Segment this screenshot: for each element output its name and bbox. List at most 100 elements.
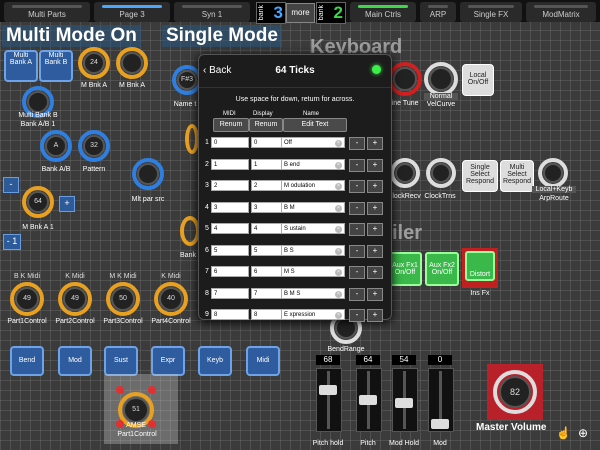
clear-icon[interactable]: × (335, 269, 342, 276)
renum-midi-button[interactable]: Renum (213, 118, 249, 132)
increment-button[interactable]: + (367, 309, 383, 322)
resize-handle-icon[interactable] (148, 386, 156, 394)
name-input[interactable]: M odulation × (281, 180, 345, 191)
clear-icon[interactable]: × (335, 183, 342, 190)
midi-value-input[interactable]: 5 (211, 244, 249, 256)
increment-button[interactable]: + (367, 266, 383, 279)
increment-button[interactable]: + (367, 287, 383, 301)
bank-right-selector[interactable]: bank 2 (316, 2, 346, 24)
arproute-knob[interactable] (538, 158, 568, 188)
decrement-button[interactable]: - (349, 223, 365, 236)
decrement-button[interactable]: - (349, 309, 365, 322)
partial-knob-1[interactable] (185, 124, 199, 154)
pitch-hold-fader[interactable] (316, 368, 342, 432)
decrement-button[interactable]: - (349, 266, 365, 279)
local-onoff-button[interactable]: Local On/Off (462, 64, 494, 96)
aux-fx2-button[interactable]: Aux Fx2 On/Off (425, 252, 459, 286)
fine-tune-knob[interactable] (388, 62, 422, 96)
clear-icon[interactable]: × (335, 247, 342, 255)
fader-cap[interactable] (359, 395, 377, 405)
midi-value-input[interactable]: 7 (211, 287, 249, 299)
name-input[interactable]: E xpression × (281, 309, 345, 320)
decrement-button[interactable]: - (349, 137, 365, 150)
fader-cap[interactable] (395, 398, 413, 409)
mod-hold-fader[interactable] (392, 368, 418, 432)
bank-knob[interactable] (180, 216, 200, 246)
part2-control-knob[interactable]: K Midi 49 (58, 273, 92, 316)
name-input[interactable]: B M S × (281, 287, 345, 299)
name-input[interactable]: Off × (281, 137, 345, 148)
edit-text-button[interactable]: Edit Text (283, 118, 347, 132)
renum-display-button[interactable]: Renum (249, 118, 283, 132)
midi-value-input[interactable]: 8 (211, 309, 249, 320)
m-bnk-a2-knob[interactable] (116, 47, 148, 79)
decrement-button[interactable]: - (349, 287, 365, 301)
velcurve-knob[interactable] (424, 62, 458, 96)
midi-value-input[interactable]: 6 (211, 266, 249, 277)
keyb-button[interactable]: Keyb (198, 346, 232, 376)
decrement-button[interactable]: - (349, 201, 365, 215)
part3-control-knob[interactable]: M K Midi 50 (106, 273, 140, 316)
name-input[interactable]: B end × (281, 158, 345, 170)
clear-icon[interactable]: × (335, 204, 342, 212)
increment-button[interactable]: + (367, 244, 383, 258)
name-input[interactable]: B M × (281, 201, 345, 213)
decrement-button[interactable]: - (349, 244, 365, 258)
increment-button[interactable]: + (367, 158, 383, 172)
m-bnk-a-knob[interactable]: 24 (78, 47, 110, 79)
midi-value-input[interactable]: 2 (211, 180, 249, 191)
increment-button[interactable]: + (367, 223, 383, 236)
part4-control-knob[interactable]: K Midi 40 (154, 273, 188, 316)
name-input[interactable]: S ustain × (281, 223, 345, 234)
tab-multi-parts[interactable]: Multi Parts (4, 2, 90, 22)
multi-mode-title[interactable]: Multi Mode On (2, 25, 141, 47)
bend-button[interactable]: Bend (10, 346, 44, 376)
distort-button[interactable]: Distort (465, 251, 495, 281)
multi-bank-a-button[interactable]: Multi Bank A (4, 50, 38, 82)
increment-button[interactable]: + (367, 180, 383, 193)
midi-value-input[interactable]: 3 (211, 201, 249, 213)
tab-modmatrix[interactable]: ModMatrix (526, 2, 596, 22)
master-volume-knob[interactable]: 82 (493, 370, 537, 414)
clock-trns-knob[interactable] (426, 158, 456, 188)
zoom-icon[interactable]: ⊕ (578, 426, 590, 440)
clock-recv-knob[interactable] (390, 158, 420, 188)
midi-value-input[interactable]: 0 (211, 137, 249, 148)
m-bnk-a1-knob[interactable]: 64 (22, 186, 54, 218)
pattern-knob[interactable]: 32 (78, 130, 110, 162)
single-mode-title[interactable]: Single Mode (162, 25, 282, 47)
name-input[interactable]: M S × (281, 266, 345, 277)
multi-bank-b-button[interactable]: Multi Bank B (39, 50, 73, 82)
mod-fader[interactable] (428, 368, 454, 432)
bank-left-selector[interactable]: bank 3 (256, 2, 286, 24)
midi-value-input[interactable]: 4 (211, 223, 249, 234)
fader-cap[interactable] (431, 419, 449, 429)
more-button[interactable]: more (286, 3, 315, 23)
name-input[interactable]: B S × (281, 244, 345, 256)
midi-value-input[interactable]: 1 (211, 158, 249, 170)
single-select-respond-button[interactable]: Single Select Respond (462, 160, 498, 192)
increment-button[interactable]: + (367, 201, 383, 215)
pitch-fader[interactable] (356, 368, 382, 432)
clear-icon[interactable]: × (335, 161, 342, 169)
tab-page-3[interactable]: Page 3 (94, 2, 170, 22)
tab-syn-1[interactable]: Syn 1 (174, 2, 250, 22)
clear-icon[interactable]: × (335, 140, 342, 147)
clear-icon[interactable]: × (335, 312, 342, 319)
midi-button[interactable]: Midi (246, 346, 280, 376)
resize-handle-icon[interactable] (116, 386, 124, 394)
mlt-par-src-knob[interactable] (132, 158, 164, 190)
minus-one-button[interactable]: - 1 (3, 234, 21, 250)
multi-select-respond-button[interactable]: Multi Select Respond (500, 160, 534, 192)
tab-single-fx[interactable]: Single FX (460, 2, 522, 22)
minus-button[interactable]: - (3, 177, 19, 193)
increment-button[interactable]: + (367, 137, 383, 150)
plus-button[interactable]: + (59, 196, 75, 212)
sust-button[interactable]: Sust (104, 346, 138, 376)
expr-button[interactable]: Expr (151, 346, 185, 376)
fader-cap[interactable] (319, 385, 337, 396)
mod-button[interactable]: Mod (58, 346, 92, 376)
part1-control-knob[interactable]: B K Midi 49 (10, 273, 44, 316)
bank-ab-knob[interactable]: A (40, 130, 72, 162)
clear-icon[interactable]: × (335, 290, 342, 298)
